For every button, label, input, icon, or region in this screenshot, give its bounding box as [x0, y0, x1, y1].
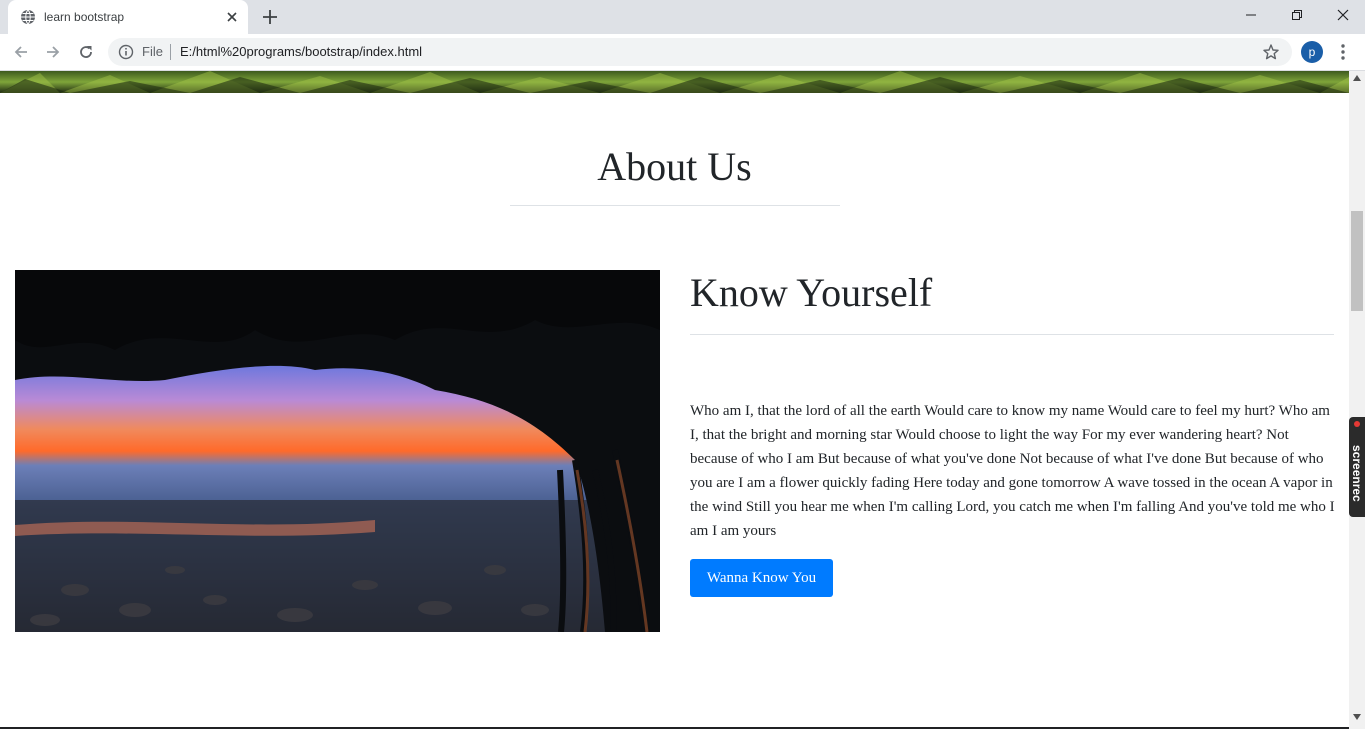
new-tab-icon[interactable]	[260, 7, 280, 27]
tab-strip: learn bootstrap	[0, 0, 1365, 34]
section-title: About Us	[597, 144, 752, 189]
browser-tab[interactable]: learn bootstrap	[8, 0, 248, 34]
address-divider	[170, 44, 171, 60]
close-window-button[interactable]	[1320, 0, 1365, 30]
globe-icon	[21, 9, 35, 25]
minimize-button[interactable]	[1228, 0, 1274, 30]
info-icon[interactable]	[118, 44, 134, 60]
bookmark-star-icon[interactable]	[1262, 43, 1280, 61]
screenrec-label: screenrec	[1350, 444, 1364, 502]
heading-divider	[690, 334, 1334, 335]
feature-paragraph: Who am I, that the lord of all the earth…	[690, 403, 1335, 539]
wanna-know-you-button[interactable]: Wanna Know You	[690, 559, 833, 597]
sunset-beach-image	[15, 270, 660, 632]
title-divider	[510, 205, 840, 206]
back-arrow-icon[interactable]	[11, 42, 31, 62]
address-url[interactable]: E:/html%20programs/bootstrap/index.html	[180, 44, 422, 59]
page-viewport: About Us Know Yourself Who am I, that th…	[0, 71, 1349, 729]
hero-grass-image	[0, 71, 1349, 93]
reload-icon[interactable]	[76, 42, 96, 62]
browser-toolbar: File E:/html%20programs/bootstrap/index.…	[0, 34, 1365, 71]
address-scheme-label: File	[142, 44, 163, 59]
profile-avatar[interactable]: p	[1301, 41, 1323, 63]
minimize-icon	[1246, 14, 1256, 16]
scroll-up-arrow-icon[interactable]	[1353, 75, 1361, 81]
feature-heading: Know Yourself	[690, 270, 933, 315]
scroll-down-arrow-icon[interactable]	[1353, 714, 1361, 720]
scrollbar-thumb[interactable]	[1351, 211, 1363, 311]
close-tab-icon[interactable]	[224, 9, 240, 25]
tab-title: learn bootstrap	[44, 10, 125, 24]
page-scrollbar[interactable]	[1349, 71, 1365, 729]
menu-dots-icon[interactable]	[1336, 42, 1350, 62]
record-dot-icon	[1354, 421, 1360, 427]
close-icon	[1337, 9, 1349, 21]
forward-arrow-icon[interactable]	[43, 42, 63, 62]
screenrec-widget[interactable]: screenrec	[1349, 417, 1365, 517]
restore-icon	[1292, 10, 1302, 20]
address-bar[interactable]: File E:/html%20programs/bootstrap/index.…	[108, 38, 1292, 66]
restore-button[interactable]	[1274, 0, 1320, 30]
